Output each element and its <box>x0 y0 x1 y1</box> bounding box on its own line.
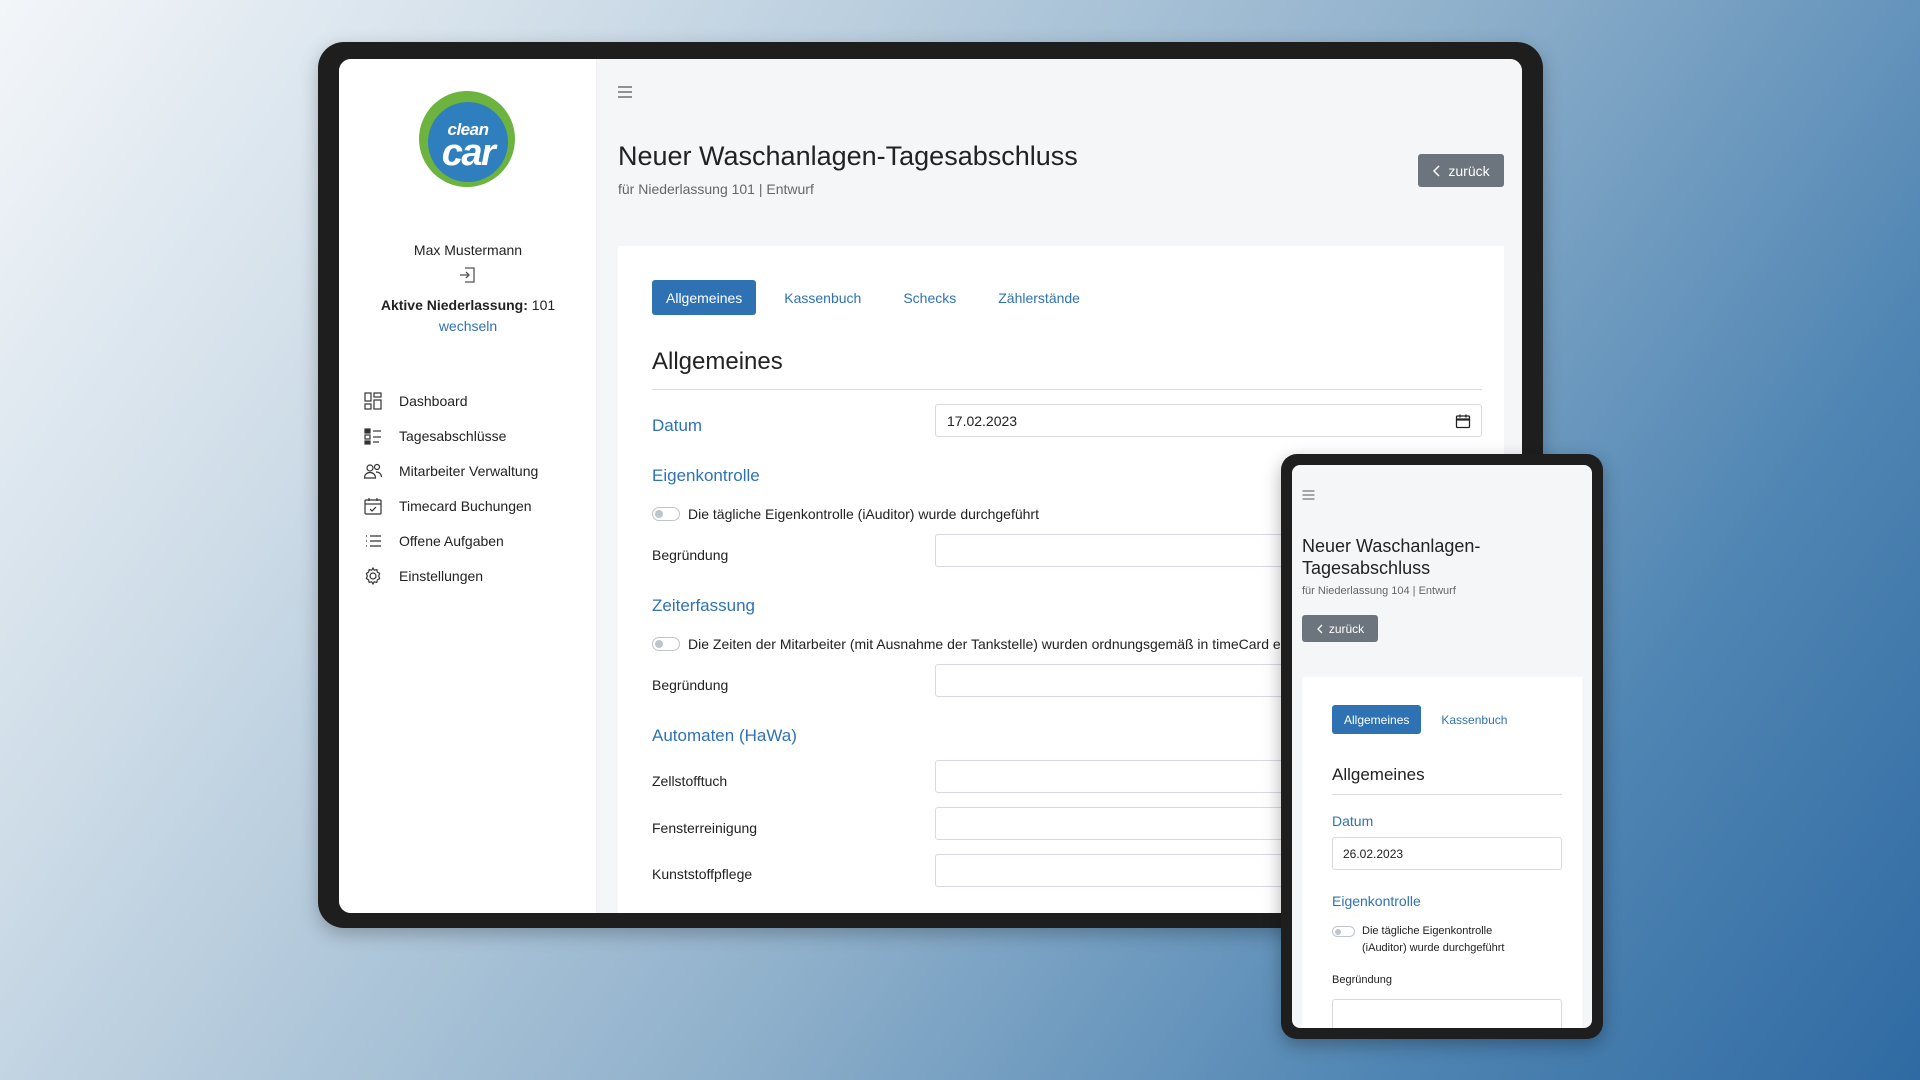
mobile-back-button-label: zurück <box>1328 621 1365 636</box>
tab-bar: Allgemeines Kassenbuch Schecks Zählerstä… <box>652 280 1108 315</box>
mobile-form-card: Allgemeines Kassenbuch Allgemeines Datum… <box>1302 677 1582 1028</box>
clean-car-logo: clean car <box>419 91 515 187</box>
mobile-tab-allgemeines[interactable]: Allgemeines <box>1332 705 1422 734</box>
page-subtitle: für Niederlassung 101 | Entwurf <box>618 181 814 197</box>
sidebar-item-label: Mitarbeiter Verwaltung <box>399 462 539 479</box>
mobile-tab-kassenbuch[interactable]: Kassenbuch <box>1429 705 1519 734</box>
users-icon <box>363 463 383 479</box>
sidebar-item-einstellungen[interactable]: Einstellungen <box>363 558 583 593</box>
sidebar-item-label: Dashboard <box>399 392 468 409</box>
zeiterfassung-toggle-row: Die Zeiten der Mitarbeiter (mit Ausnahme… <box>652 636 1281 652</box>
section-divider <box>652 389 1482 390</box>
kunststoffpflege-label: Kunststoffpflege <box>652 866 753 882</box>
eigenkontrolle-toggle[interactable] <box>652 507 680 521</box>
section-title: Allgemeines <box>652 348 783 375</box>
sidebar-item-label: Timecard Buchungen <box>399 497 532 514</box>
zeiterfassung-toggle-label: Die Zeiten der Mitarbeiter (mit Ausnahme… <box>688 636 1281 652</box>
mobile-eigenkontrolle-toggle-row: Die tägliche Eigenkontrolle (iAuditor) w… <box>1332 923 1532 957</box>
sidebar-item-aufgaben[interactable]: Offene Aufgaben <box>363 523 583 558</box>
mobile-datum-input[interactable]: 26.02.2023 <box>1332 837 1562 870</box>
eigenkontrolle-toggle-row: Die tägliche Eigenkontrolle (iAuditor) w… <box>652 506 1039 522</box>
user-name: Max Mustermann <box>413 242 523 258</box>
datum-input[interactable]: 17.02.2023 <box>935 404 1482 437</box>
mobile-eigenkontrolle-label: Eigenkontrolle <box>1332 893 1421 909</box>
zeiterfassung-toggle[interactable] <box>652 637 680 651</box>
tab-zaehlerstaende[interactable]: Zählerstände <box>984 280 1094 315</box>
mobile-tablet-frame: Neuer Waschanlagen-Tagesabschluss für Ni… <box>1281 454 1603 1039</box>
sidebar-item-mitarbeiter[interactable]: Mitarbeiter Verwaltung <box>363 453 583 488</box>
eigenkontrolle-label: Eigenkontrolle <box>652 466 760 485</box>
back-button-label: zurück <box>1448 162 1490 179</box>
mobile-back-button[interactable]: zurück <box>1302 615 1378 642</box>
checklist-icon <box>364 427 381 445</box>
tab-allgemeines[interactable]: Allgemeines <box>652 280 757 315</box>
chevron-left-icon <box>1316 624 1323 633</box>
automaten-label: Automaten (HaWa) <box>652 726 797 745</box>
sidebar-item-tagesabschluesse[interactable]: Tagesabschlüsse <box>363 418 583 453</box>
page-title: Neuer Waschanlagen-Tagesabschluss <box>618 141 1078 171</box>
calendar-check-icon <box>364 497 382 515</box>
gear-icon <box>365 566 381 585</box>
active-branch: Aktive Niederlassung: 101 <box>339 297 597 313</box>
sidebar-item-label: Einstellungen <box>399 567 484 584</box>
mobile-screen: Neuer Waschanlagen-Tagesabschluss für Ni… <box>1292 465 1592 1028</box>
tab-kassenbuch[interactable]: Kassenbuch <box>770 280 875 315</box>
mobile-begruendung-input[interactable] <box>1332 999 1562 1028</box>
fensterreinigung-label: Fensterreinigung <box>652 820 758 836</box>
begruendung-label: Begründung <box>652 547 729 563</box>
mobile-datum-value: 26.02.2023 <box>1343 846 1404 861</box>
mobile-page-subtitle: für Niederlassung 104 | Entwurf <box>1302 585 1456 597</box>
logo-text-car: car <box>441 132 496 174</box>
datum-value: 17.02.2023 <box>947 412 1018 429</box>
calendar-icon[interactable] <box>1455 413 1471 429</box>
sidebar: clean car Max Mustermann Aktive Niederla… <box>339 59 597 913</box>
active-branch-value: 101 <box>531 297 556 313</box>
eigenkontrolle-toggle-label: Die tägliche Eigenkontrolle (iAuditor) w… <box>688 506 1039 522</box>
mobile-section-title: Allgemeines <box>1332 765 1425 784</box>
list-icon <box>366 534 381 547</box>
zellstofftuch-label: Zellstofftuch <box>652 773 728 789</box>
logo-inner: clean car <box>428 102 508 182</box>
sidebar-item-dashboard[interactable]: Dashboard <box>363 383 583 418</box>
back-button[interactable]: zurück <box>1418 154 1504 187</box>
zeiterfassung-label: Zeiterfassung <box>652 596 755 615</box>
sidebar-nav: Dashboard Tagesabschlüsse Mitarbeiter Ve… <box>363 383 583 593</box>
mobile-section-divider <box>1332 794 1562 795</box>
tab-schecks[interactable]: Schecks <box>889 280 970 315</box>
datum-label: Datum <box>652 416 703 435</box>
sidebar-item-timecard[interactable]: Timecard Buchungen <box>363 488 583 523</box>
begruendung2-label: Begründung <box>652 677 729 693</box>
dashboard-icon <box>364 391 382 410</box>
mobile-page-title: Neuer Waschanlagen-Tagesabschluss <box>1302 536 1481 578</box>
switch-branch-link[interactable]: wechseln <box>339 318 597 334</box>
active-branch-label: Aktive Niederlassung: <box>380 297 528 313</box>
login-icon[interactable] <box>458 265 478 285</box>
mobile-eigenkontrolle-toggle[interactable] <box>1332 926 1355 937</box>
hamburger-menu-icon[interactable] <box>617 86 633 98</box>
mobile-datum-label: Datum <box>1332 813 1374 829</box>
sidebar-item-label: Offene Aufgaben <box>399 532 504 549</box>
chevron-left-icon <box>1433 164 1440 177</box>
hamburger-menu-icon[interactable] <box>1302 490 1315 500</box>
mobile-tab-bar: Allgemeines Kassenbuch <box>1332 705 1527 734</box>
mobile-begruendung-label: Begründung <box>1332 974 1392 986</box>
mobile-eigenkontrolle-toggle-label: Die tägliche Eigenkontrolle (iAuditor) w… <box>1362 925 1505 954</box>
sidebar-item-label: Tagesabschlüsse <box>399 427 507 444</box>
